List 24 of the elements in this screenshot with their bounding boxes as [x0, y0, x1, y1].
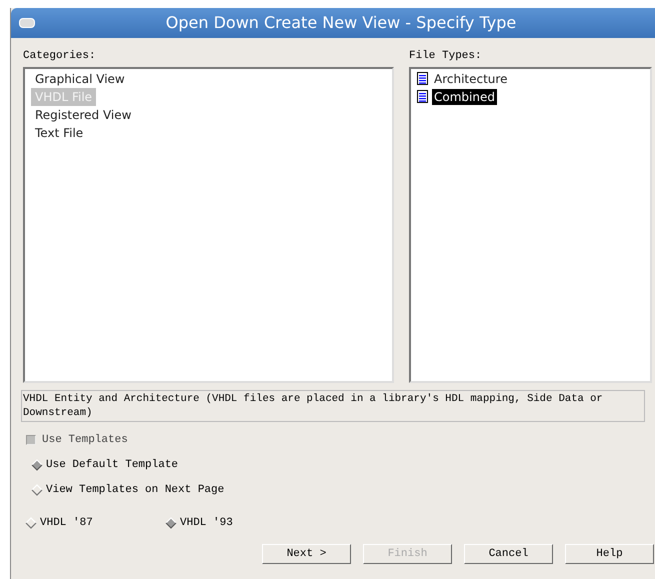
- dialog-button[interactable]: Next >: [262, 544, 351, 564]
- radio-label: VHDL '93: [180, 516, 233, 531]
- list-item[interactable]: Graphical View: [31, 70, 129, 88]
- window-menu-icon[interactable]: [19, 18, 35, 28]
- radio-diamond[interactable]: [165, 517, 177, 529]
- list-item[interactable]: Combined: [432, 88, 497, 104]
- radio-label: View Templates on Next Page: [46, 482, 224, 498]
- description-text: VHDL Entity and Architecture (VHDL files are placed in a library's HDL mapping, Side Data or Downstream): [21, 390, 645, 422]
- list-item[interactable]: Registered View: [31, 106, 136, 124]
- list-label: Categories:: [23, 49, 97, 64]
- radio-diamond[interactable]: [31, 484, 43, 496]
- document-icon: [417, 72, 428, 85]
- list-item[interactable]: Architecture: [432, 70, 510, 86]
- checkbox-label: Use Templates: [42, 432, 128, 448]
- radio-label: VHDL '87: [40, 516, 93, 531]
- radio-diamond[interactable]: [31, 459, 43, 471]
- dialog-button[interactable]: Cancel: [464, 544, 553, 564]
- radio-diamond[interactable]: [25, 517, 37, 529]
- radio-label: Use Default Template: [46, 458, 178, 473]
- dialog-button[interactable]: Help: [565, 544, 654, 564]
- document-icon: [417, 90, 428, 103]
- list-label: File Types:: [409, 49, 483, 64]
- list-item[interactable]: Text File: [31, 124, 88, 142]
- window-title: Open Down Create New View - Specify Type: [164, 12, 518, 34]
